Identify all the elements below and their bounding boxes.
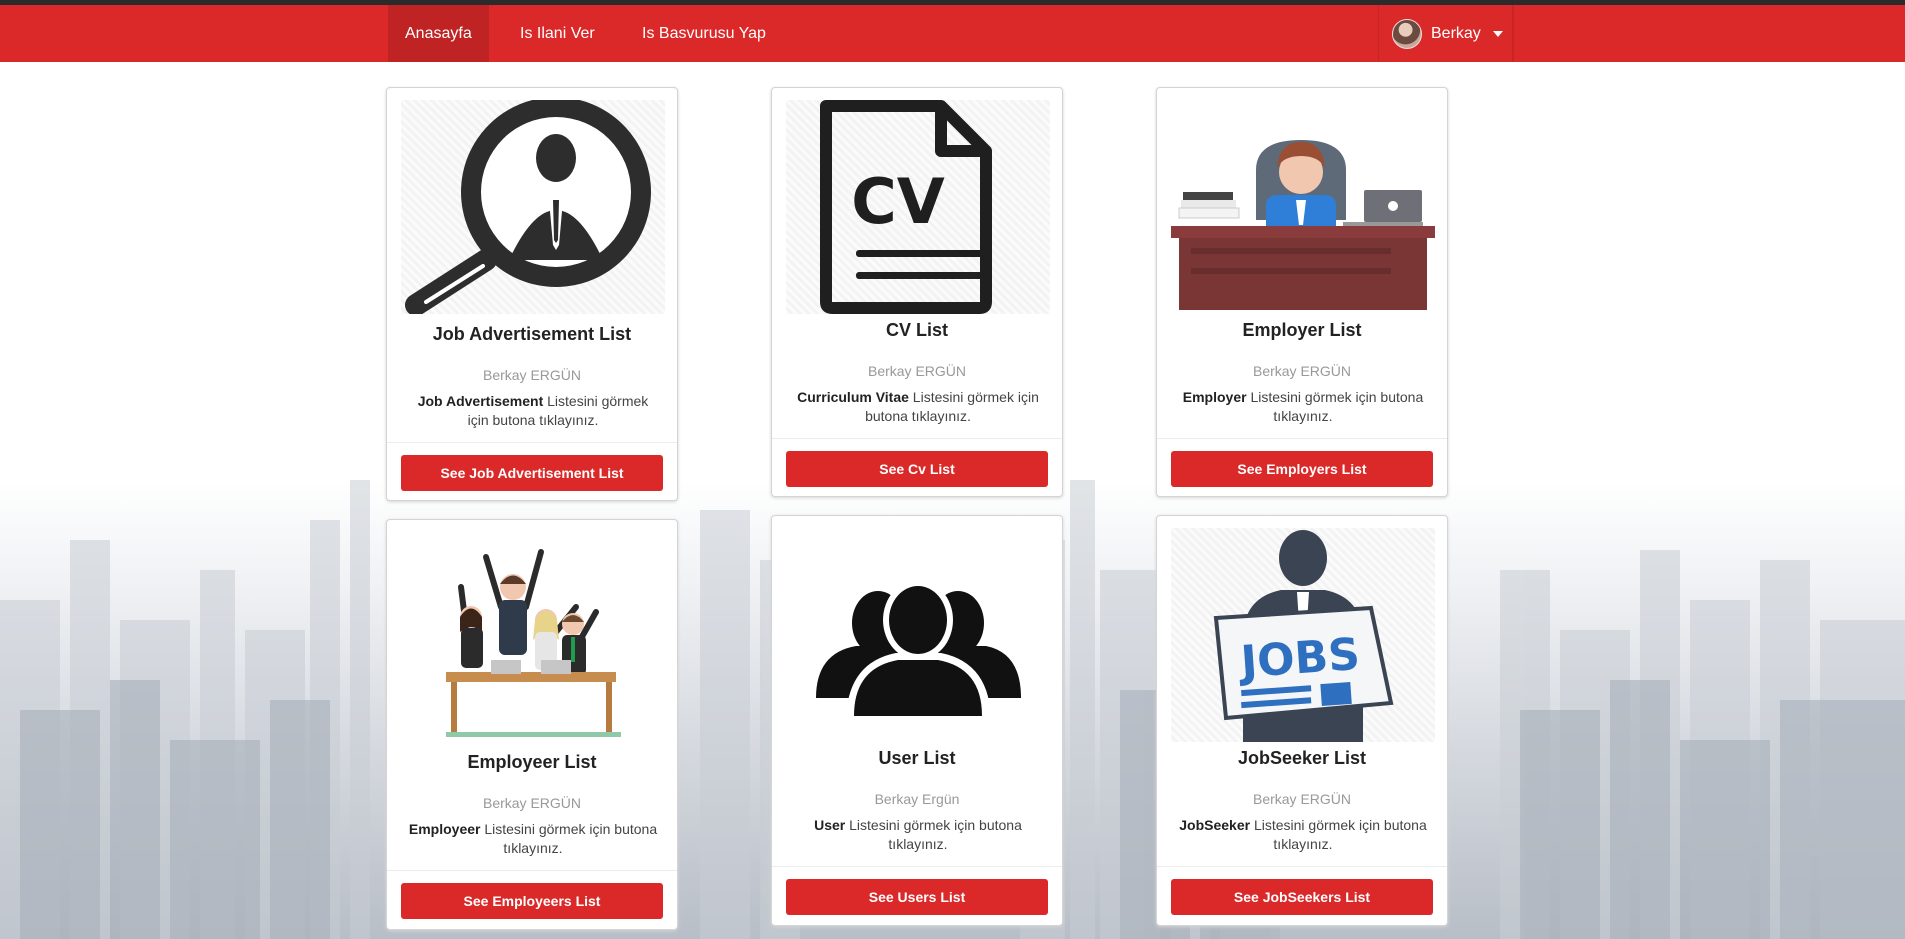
avatar [1392, 18, 1422, 49]
see-employers-list-button[interactable]: See Employers List [1171, 451, 1433, 487]
card-description: Curriculum Vitae Listesini görmek için b… [792, 388, 1044, 426]
card-divider [1157, 866, 1447, 867]
card-author: Berkay ERGÜN [867, 363, 967, 379]
card-author: Berkay ERGÜN [1252, 363, 1352, 379]
card-employeer: Employeer List Berkay ERGÜN Employeer Li… [386, 519, 678, 930]
card-author: Berkay ERGÜN [482, 795, 582, 811]
desc-rest: Listesini görmek için butona tıklayınız. [1250, 817, 1427, 852]
card-divider [1157, 438, 1447, 439]
card-image [1171, 100, 1435, 314]
card-image: CV [786, 100, 1050, 314]
cv-document-icon: CV [820, 100, 992, 314]
card-image [786, 528, 1050, 742]
jobseeker-newspaper-icon: JOBS [1213, 530, 1394, 742]
card-image: JOBS [1171, 528, 1435, 742]
card-user: User List Berkay Ergün User Listesini gö… [771, 515, 1063, 926]
see-jobseekers-list-button[interactable]: See JobSeekers List [1171, 879, 1433, 915]
card-description: User Listesini görmek için butona tıklay… [792, 816, 1044, 854]
card-divider [772, 438, 1062, 439]
card-cv: CV CV List Berkay ERGÜN Curriculum Vitae… [771, 87, 1063, 497]
card-divider [387, 442, 677, 443]
card-title: Employer List [1242, 320, 1362, 340]
card-author: Berkay Ergün [874, 791, 960, 807]
top-navbar: Anasayfa Is Ilani Ver Is Basvurusu Yap B… [0, 5, 1905, 62]
card-image [401, 532, 665, 746]
employer-desk-icon [1171, 140, 1435, 310]
nav-home[interactable]: Anasayfa [388, 5, 489, 62]
see-employeers-list-button[interactable]: See Employeers List [401, 883, 663, 919]
card-job-advertisement: Job Advertisement List Berkay ERGÜN Job … [386, 87, 678, 501]
desc-bold: Curriculum Vitae [797, 389, 909, 405]
nav-right-edge [1513, 5, 1514, 62]
desc-rest: Listesini görmek için butona tıklayınız. [480, 821, 658, 856]
card-description: Job Advertisement Listesini görmek için … [407, 392, 659, 430]
card-description: JobSeeker Listesini görmek için butona t… [1177, 816, 1429, 854]
desc-bold: Job Advertisement [417, 393, 544, 409]
user-menu[interactable]: Berkay [1378, 5, 1513, 62]
team-celebrate-icon [446, 549, 621, 737]
desc-bold: JobSeeker [1179, 817, 1251, 833]
card-author: Berkay ERGÜN [482, 367, 582, 383]
svg-text:CV: CV [851, 165, 945, 238]
card-title: CV List [885, 320, 948, 340]
see-users-list-button[interactable]: See Users List [786, 879, 1048, 915]
card-divider [387, 870, 677, 871]
card-divider [772, 866, 1062, 867]
caret-down-icon [1492, 30, 1503, 37]
desc-bold: User [814, 817, 846, 833]
card-image [401, 100, 665, 314]
card-title: Employeer List [467, 752, 597, 772]
users-group-icon [816, 580, 1021, 723]
desc-rest: Listesini görmek için butona tıklayınız. [845, 817, 1022, 852]
card-title: User List [878, 748, 956, 768]
job-search-icon [405, 100, 651, 314]
card-description: Employeer Listesini görmek için butona t… [407, 820, 659, 858]
nav-post-job[interactable]: Is Ilani Ver [503, 5, 612, 62]
desc-bold: Employeer [408, 821, 481, 837]
desc-bold: Employer [1182, 389, 1247, 405]
nav-apply-job[interactable]: Is Basvurusu Yap [625, 5, 783, 62]
desc-rest: Listesini görmek için butona tıklayınız. [1246, 389, 1424, 424]
card-jobseeker: JOBS JobSeeker List Berkay ERGÜN JobSeek… [1156, 515, 1448, 926]
see-cv-list-button[interactable]: See Cv List [786, 451, 1048, 487]
see-job-advertisement-list-button[interactable]: See Job Advertisement List [401, 455, 663, 491]
jobs-headline: JOBS [1236, 629, 1361, 688]
card-description: Employer Listesini görmek için butona tı… [1177, 388, 1429, 426]
card-author: Berkay ERGÜN [1252, 791, 1352, 807]
card-title: Job Advertisement List [432, 324, 632, 344]
user-name: Berkay [1431, 24, 1481, 42]
card-title: JobSeeker List [1237, 748, 1367, 768]
card-employer: Employer List Berkay ERGÜN Employer List… [1156, 87, 1448, 497]
